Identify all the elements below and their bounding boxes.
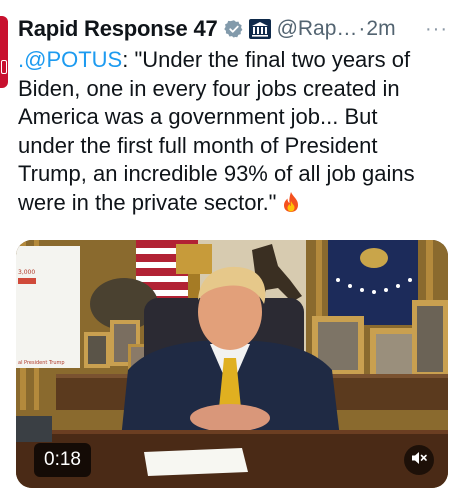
tweet-line-1: .@POTUS: "Under the final two years of — [18, 46, 448, 75]
user-handle[interactable]: @Rap… — [277, 17, 358, 41]
separator-dot: · — [358, 17, 366, 40]
fire-emoji-icon — [281, 191, 301, 213]
tweet-line-6-text: were in the private sector." — [18, 189, 277, 215]
tweet-line-2: Biden, one in every four jobs created in — [18, 75, 400, 101]
more-options-icon[interactable]: ··· — [425, 18, 448, 41]
mute-toggle-button[interactable] — [404, 445, 434, 475]
tweet-line-5: Trump, an incredible 93% of all job gain… — [18, 161, 415, 186]
mention-link[interactable]: .@POTUS — [18, 47, 122, 72]
chart-board: 3,000 al President Trump — [16, 246, 80, 368]
video-duration: 0:18 — [34, 443, 91, 477]
verified-badge-icon — [223, 19, 244, 39]
tweet-header: Rapid Response 47 @Rap… · 2m ··· — [18, 14, 448, 44]
tweet-text: .@POTUS: "Under the final two years of B… — [18, 46, 448, 217]
tweet-line-4: under the first full month of President — [18, 132, 378, 158]
display-name[interactable]: Rapid Response 47 — [18, 16, 218, 42]
avatar-flag-mark — [1, 60, 7, 74]
tweet-line-1-text: : "Under the final two years of — [122, 47, 411, 72]
tweet-line-6: were in the private sector." — [18, 189, 448, 218]
speaker-muted-icon — [410, 449, 428, 472]
timestamp[interactable]: 2m — [366, 17, 395, 41]
video-player[interactable]: 3,000 al President Trump 0:18 — [16, 240, 448, 488]
presidential-flag — [328, 240, 418, 325]
chart-label-top: 3,000 — [18, 269, 35, 276]
chart-label-bottom: al President Trump — [18, 360, 65, 366]
avatar[interactable] — [0, 16, 8, 88]
tweet-line-3: America was a government job... But — [18, 104, 378, 129]
government-building-icon — [248, 19, 271, 39]
